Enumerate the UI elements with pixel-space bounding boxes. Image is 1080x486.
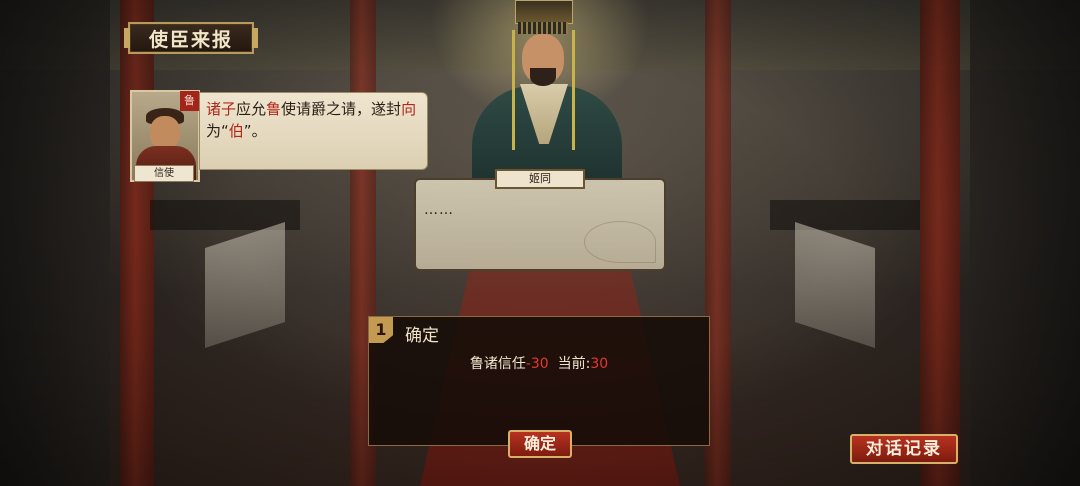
portrait-face	[150, 116, 180, 148]
king-character	[470, 0, 630, 182]
envoy-name-label: 信使	[134, 165, 194, 182]
event-title-banner: 使臣来报	[124, 22, 258, 54]
msg-text: 应允	[236, 100, 267, 118]
envoy-message-box: 诸子应允鲁使请爵之请，遂封向为“伯”。	[199, 92, 428, 170]
msg-text: 使请爵之请，遂封	[281, 100, 402, 118]
choice-effect: 鲁诸信任-30 当前:30	[369, 353, 709, 373]
choice-title: 确定	[405, 326, 439, 346]
cloud-ornament	[584, 221, 656, 263]
msg-highlight: 鲁	[266, 100, 282, 118]
king-name-label: 姬同	[495, 169, 585, 189]
choice-number: 1	[369, 317, 393, 343]
crown-string	[572, 30, 575, 150]
crown-string	[512, 30, 515, 150]
effect-value: -30	[525, 356, 549, 372]
event-title: 使臣来报	[148, 28, 233, 51]
choice-option[interactable]: 1 确定 鲁诸信任-30 当前:30	[368, 316, 710, 446]
state-seal-badge: 鲁	[180, 91, 199, 111]
crown-tassel	[518, 22, 568, 34]
crown-icon	[515, 0, 573, 24]
effect-label: 鲁诸信任	[469, 356, 526, 372]
king-dialogue-box: ……	[414, 178, 666, 271]
king-dialogue-text: ……	[424, 202, 454, 218]
msg-highlight: 伯	[228, 122, 244, 140]
msg-text: ”。	[243, 122, 267, 140]
current-label: 当前:	[557, 356, 591, 372]
current-value: 30	[590, 356, 609, 372]
king-beard	[530, 68, 556, 86]
msg-text: 为“	[206, 122, 229, 140]
envoy-message: 诸子应允鲁使请爵之请，遂封向为“伯”。	[206, 98, 419, 142]
msg-highlight: 向	[401, 100, 417, 118]
dialogue-log-button[interactable]: 对话记录	[850, 434, 958, 464]
msg-highlight: 诸子	[206, 100, 237, 118]
confirm-button[interactable]: 确定	[508, 430, 572, 458]
